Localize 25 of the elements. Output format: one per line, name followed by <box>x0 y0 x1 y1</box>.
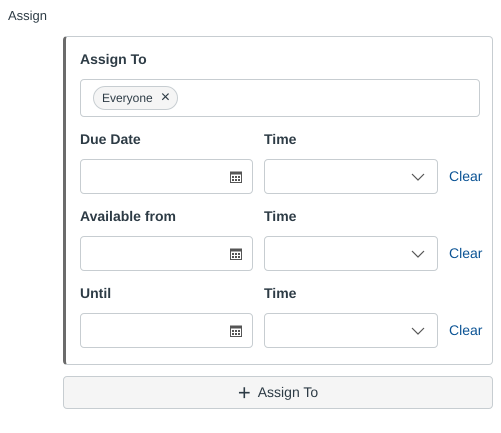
chevron-down-icon[interactable] <box>411 326 425 334</box>
field-label: Due Date <box>80 130 142 149</box>
section-label: Assign <box>8 7 48 25</box>
add-assign-button[interactable]: + Assign To <box>63 376 493 409</box>
date-field[interactable] <box>80 236 253 271</box>
plus-icon: + <box>238 382 251 404</box>
field-label: Available from <box>80 207 177 226</box>
field-label: Until <box>80 284 112 303</box>
chevron-down-icon[interactable] <box>411 250 425 258</box>
clear-link[interactable]: Clear <box>449 320 482 341</box>
calendar-icon[interactable] <box>230 170 242 182</box>
field-label: Assign To <box>80 50 148 69</box>
tag-chip[interactable]: Everyone × <box>93 86 178 110</box>
calendar-icon[interactable] <box>230 248 242 260</box>
clear-link[interactable]: Clear <box>449 166 482 187</box>
assign-to-field[interactable]: Everyone × <box>80 79 480 117</box>
field-label: Time <box>264 130 298 149</box>
date-field[interactable] <box>80 313 253 348</box>
field-label: Time <box>264 284 298 303</box>
field-label: Time <box>264 207 298 226</box>
remove-icon[interactable]: × <box>160 90 170 106</box>
date-field[interactable] <box>80 159 253 194</box>
clear-link[interactable]: Clear <box>449 243 482 264</box>
chevron-down-icon[interactable] <box>411 172 425 180</box>
calendar-icon[interactable] <box>230 324 242 336</box>
